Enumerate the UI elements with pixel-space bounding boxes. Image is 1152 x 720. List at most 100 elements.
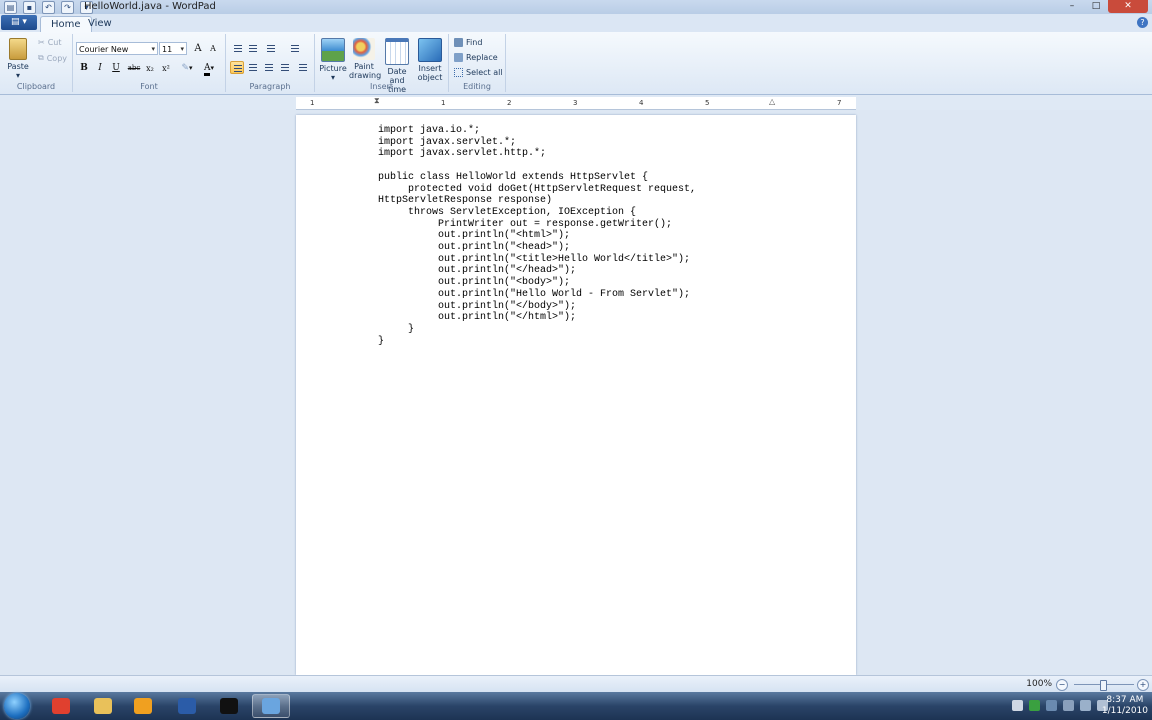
help-icon[interactable]: ? [1137, 17, 1148, 28]
justify-icon[interactable] [278, 61, 292, 74]
copy-button[interactable]: ⧉ Copy [38, 53, 67, 63]
strikethrough-button[interactable]: abc [125, 62, 143, 75]
align-left-icon[interactable] [230, 61, 244, 74]
copy-label: Copy [46, 53, 68, 63]
font-group: Courier New 11 A A B I U abc x₂ x² ✎▾ A▾… [73, 34, 226, 92]
binoculars-icon [454, 38, 463, 47]
calendar-icon [385, 38, 409, 65]
bold-button[interactable]: B [77, 62, 91, 75]
clipboard-icon [9, 38, 27, 60]
cut-label: Cut [47, 38, 62, 47]
taskbar-app[interactable] [84, 694, 122, 718]
taskbar: 8:37 AM 1/11/2010 [0, 692, 1152, 720]
paragraph-dialog-icon[interactable] [296, 61, 310, 74]
ruler[interactable]: 1 ⧗ 1 2 3 4 5 △ 7 [296, 96, 856, 110]
maximize-button[interactable]: □ [1084, 0, 1108, 13]
font-color-button[interactable]: A▾ [199, 62, 219, 76]
redo-icon[interactable]: ↷ [61, 1, 74, 14]
save-icon[interactable]: ▪ [23, 1, 36, 14]
system-tray [1012, 700, 1108, 711]
replace-label: Replace [466, 53, 498, 62]
zoom-in-button[interactable]: + [1137, 679, 1149, 691]
underline-button[interactable]: U [109, 62, 123, 75]
insert-picture-button[interactable]: Picture ▾ [318, 38, 348, 82]
quick-access-toolbar: ▤ ▪ ↶ ↷ ▾ [4, 1, 93, 14]
undo-icon[interactable]: ↶ [42, 1, 55, 14]
zoom-slider-thumb[interactable] [1100, 680, 1107, 691]
right-indent-marker-icon[interactable]: △ [769, 97, 775, 106]
increase-indent-icon[interactable] [246, 42, 260, 55]
subscript-button[interactable]: x₂ [143, 62, 157, 75]
shrink-font-button[interactable]: A [206, 42, 220, 55]
taskbar-app[interactable] [252, 694, 290, 718]
ruler-number: 1 [441, 99, 446, 107]
document-text[interactable]: import java.io.*; import javax.servlet.*… [378, 125, 696, 347]
ruler-number: 3 [573, 99, 578, 107]
insert-object-button[interactable]: Insert object [415, 38, 445, 82]
picture-icon [321, 38, 345, 62]
tray-flag-icon[interactable] [1080, 700, 1091, 711]
font-family-select[interactable]: Courier New [76, 42, 158, 56]
select-all-button[interactable]: Select all [454, 68, 503, 77]
replace-button[interactable]: Replace [454, 53, 498, 62]
superscript-button[interactable]: x² [159, 62, 173, 75]
folder-icon [94, 698, 112, 714]
ruler-number: 2 [507, 99, 512, 107]
minimize-button[interactable]: – [1060, 0, 1084, 13]
paragraph-group: Paragraph [226, 34, 315, 92]
wordpad-icon [262, 698, 280, 714]
tab-view[interactable]: View [78, 16, 122, 32]
clipboard-group: Paste ▾ ✂ Cut ⧉ Copy Clipboard [0, 34, 73, 92]
clipboard-group-label: Clipboard [16, 82, 56, 91]
find-label: Find [466, 38, 483, 47]
italic-button[interactable]: I [93, 62, 107, 75]
paragraph-group-label: Paragraph [249, 82, 291, 91]
taskbar-clock[interactable]: 8:37 AM 1/11/2010 [1102, 695, 1148, 717]
paste-button[interactable]: Paste ▾ [6, 38, 30, 80]
insert-group: Picture ▾ Paint drawing Date and time Ins… [315, 34, 449, 94]
indent-marker-icon[interactable]: ⧗ [374, 96, 380, 106]
window-controls: – □ ✕ [1060, 0, 1148, 13]
title-bar: ▤ ▪ ↶ ↷ ▾ HelloWorld.java - WordPad – □ … [0, 0, 1152, 14]
paint-drawing-button[interactable]: Paint drawing [349, 38, 381, 80]
insert-group-label: Insert [370, 82, 393, 91]
zoom-out-button[interactable]: − [1056, 679, 1068, 691]
align-center-icon[interactable] [246, 61, 260, 74]
highlight-button[interactable]: ✎▾ [177, 62, 197, 75]
select-all-icon [454, 68, 463, 77]
taskbar-app[interactable] [210, 694, 248, 718]
find-button[interactable]: Find [454, 38, 482, 47]
start-button[interactable] [4, 693, 30, 719]
tray-network-icon[interactable] [1046, 700, 1057, 711]
object-icon [418, 38, 442, 62]
taskbar-app[interactable] [42, 694, 80, 718]
ribbon: Paste ▾ ✂ Cut ⧉ Copy Clipboard Courier New … [0, 32, 1152, 95]
replace-icon [454, 53, 463, 62]
copy-icon: ⧉ [38, 53, 44, 62]
font-group-label: Font [140, 82, 158, 91]
media-player-icon [134, 698, 152, 714]
taskbar-app[interactable] [168, 694, 206, 718]
tray-app-icon[interactable] [1012, 700, 1023, 711]
status-bar: 100% − + [0, 675, 1152, 693]
app-menu-button[interactable]: ▤ ▾ [1, 15, 37, 30]
grow-font-button[interactable]: A [191, 42, 205, 55]
wordpad-app-icon[interactable]: ▤ [4, 1, 17, 14]
highlighter-icon: ✎ [181, 63, 190, 73]
align-right-icon[interactable] [262, 61, 276, 74]
decrease-indent-icon[interactable] [231, 42, 245, 55]
document-page[interactable]: import java.io.*; import javax.servlet.*… [296, 115, 856, 675]
font-size-select[interactable]: 11 [159, 42, 187, 56]
cut-button[interactable]: ✂ Cut [38, 38, 62, 47]
document-area: import java.io.*; import javax.servlet.*… [0, 110, 1152, 675]
tray-sync-icon[interactable] [1063, 700, 1074, 711]
picture-label: Picture [319, 64, 347, 73]
ruler-number: 7 [837, 99, 842, 107]
tray-h-icon[interactable] [1029, 700, 1040, 711]
bullets-list-icon[interactable] [264, 42, 284, 55]
select-all-label: Select all [466, 68, 503, 77]
close-button[interactable]: ✕ [1108, 0, 1148, 13]
clock-date: 1/11/2010 [1101, 706, 1148, 716]
line-spacing-icon[interactable] [288, 42, 308, 55]
taskbar-app[interactable] [124, 694, 162, 718]
